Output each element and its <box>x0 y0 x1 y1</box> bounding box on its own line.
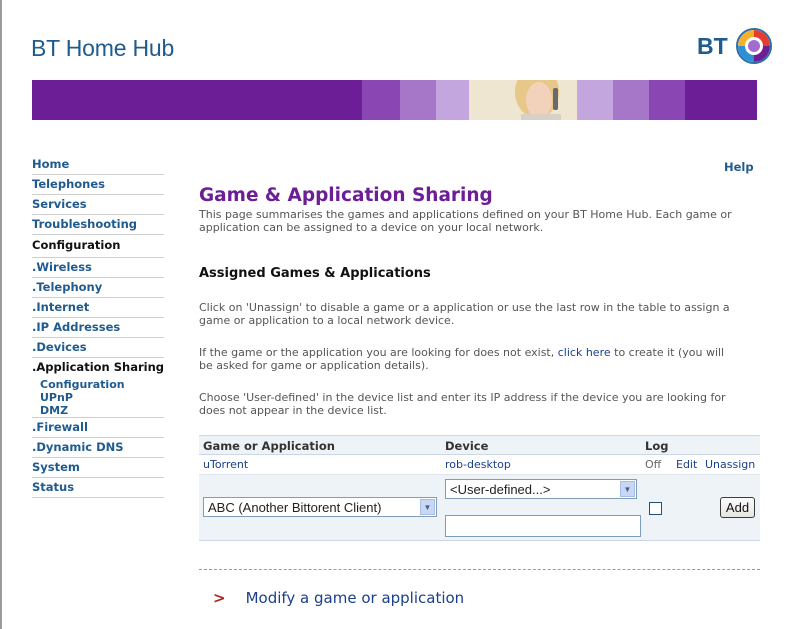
page-title: Game & Application Sharing <box>199 185 493 206</box>
assigned-apps-table: Game or Application Device Log uTorrent … <box>199 435 760 541</box>
add-assignment-row: ABC (Another Bittorent Client) ▼ <User-d… <box>199 475 760 541</box>
create-help-pre: If the game or the application you are l… <box>199 346 555 359</box>
help-link[interactable]: Help <box>724 160 754 174</box>
bt-logo: BT <box>697 28 775 66</box>
device-select[interactable]: <User-defined...> ▼ <box>445 479 637 499</box>
window-left-border <box>0 0 2 629</box>
click-here-link[interactable]: click here <box>558 346 611 359</box>
header-device: Device <box>445 439 489 453</box>
intro-text: This page summarises the games and appli… <box>199 208 759 234</box>
chevron-down-icon: ▼ <box>420 499 435 515</box>
bt-globe-icon <box>736 28 772 64</box>
app-select-value: ABC (Another Bittorent Client) <box>208 500 382 515</box>
app-select[interactable]: ABC (Another Bittorent Client) ▼ <box>203 497 437 517</box>
nav-dynamic-dns[interactable]: .Dynamic DNS <box>32 438 164 458</box>
nav-system[interactable]: System <box>32 458 164 478</box>
create-help-line-2: be asked for game or application details… <box>199 359 429 372</box>
create-help-post: to create it (you will <box>614 346 725 359</box>
row-edit-link[interactable]: Edit <box>676 458 697 471</box>
nav-telephones[interactable]: Telephones <box>32 175 164 195</box>
chevron-right-icon: > <box>213 589 226 607</box>
brand-title: BT Home Hub <box>31 35 175 61</box>
table-header: Game or Application Device Log <box>199 435 760 455</box>
table-row: uTorrent rob-desktop Off Edit Unassign <box>199 455 760 475</box>
header-game-or-application: Game or Application <box>203 439 335 453</box>
nav-configuration[interactable]: Configuration <box>32 235 164 258</box>
sidebar-nav: Home Telephones Services Troubleshooting… <box>32 155 164 498</box>
device-help-line-2: does not appear in the device list. <box>199 404 387 417</box>
device-help-line-1: Choose 'User-defined' in the device list… <box>199 391 726 404</box>
intro-line-2: application can be assigned to a device … <box>199 221 544 234</box>
nav-ip-addresses[interactable]: .IP Addresses <box>32 318 164 338</box>
bt-logo-text: BT <box>697 33 728 59</box>
device-help-text: Choose 'User-defined' in the device list… <box>199 391 759 417</box>
header-log: Log <box>645 439 669 453</box>
modify-link[interactable]: > Modify a game or application <box>213 589 464 607</box>
row-unassign-link[interactable]: Unassign <box>705 458 755 471</box>
nav-wireless[interactable]: .Wireless <box>32 258 164 278</box>
nav-firewall[interactable]: .Firewall <box>32 418 164 438</box>
chevron-down-icon: ▼ <box>620 481 635 497</box>
nav-telephony[interactable]: .Telephony <box>32 278 164 298</box>
divider <box>199 569 760 570</box>
nav-services[interactable]: Services <box>32 195 164 215</box>
row-app-name: uTorrent <box>203 458 249 471</box>
log-checkbox[interactable] <box>649 502 662 515</box>
nav-sub-dmz[interactable]: DMZ <box>32 404 164 418</box>
nav-troubleshooting[interactable]: Troubleshooting <box>32 215 164 235</box>
intro-line-1: This page summarises the games and appli… <box>199 208 732 221</box>
row-device: rob-desktop <box>445 458 511 471</box>
banner-photo <box>469 80 577 120</box>
unassign-help-text: Click on 'Unassign' to disable a game or… <box>199 301 759 327</box>
unassign-help-line-1: Click on 'Unassign' to disable a game or… <box>199 301 730 314</box>
section-title: Assigned Games & Applications <box>199 266 431 281</box>
add-button[interactable]: Add <box>720 497 755 518</box>
nav-status[interactable]: Status <box>32 478 164 498</box>
header-banner <box>32 80 757 120</box>
nav-application-sharing[interactable]: .Application Sharing <box>32 358 164 378</box>
unassign-help-line-2: game or application to a local network d… <box>199 314 455 327</box>
nav-home[interactable]: Home <box>32 155 164 175</box>
nav-internet[interactable]: .Internet <box>32 298 164 318</box>
nav-devices[interactable]: .Devices <box>32 338 164 358</box>
device-select-value: <User-defined...> <box>450 482 551 497</box>
modify-link-label: Modify a game or application <box>245 589 465 607</box>
ip-address-input[interactable] <box>445 515 641 537</box>
create-help-text: If the game or the application you are l… <box>199 346 759 372</box>
nav-sub-configuration[interactable]: Configuration <box>32 378 164 391</box>
nav-sub-upnp[interactable]: UPnP <box>32 391 164 404</box>
row-log-status: Off <box>645 458 662 471</box>
